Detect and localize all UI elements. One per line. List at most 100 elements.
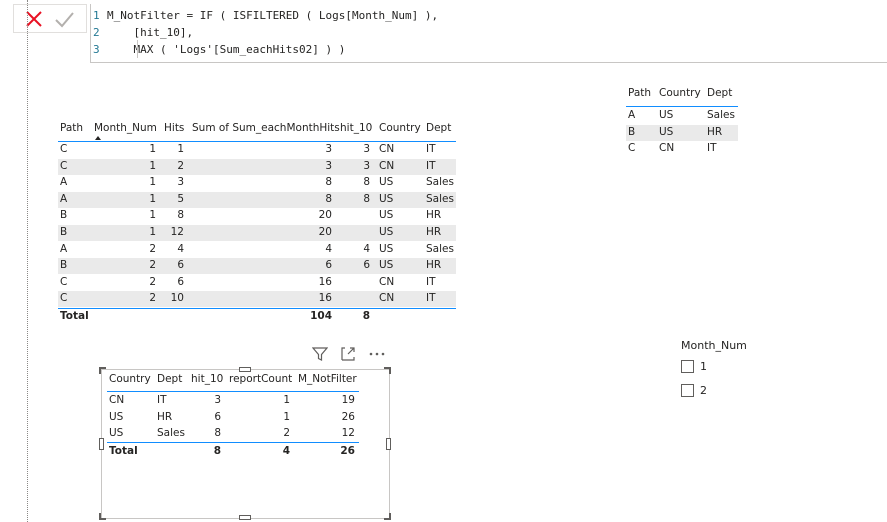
resize-handle-bottom[interactable] [239,515,251,520]
table-cell: Sales [426,242,454,255]
formula-line: 1 M_NotFilter = IF ( ISFILTERED ( Logs[Mo… [93,7,438,24]
formula-line: 3 MAX ( 'Logs'[Sum_eachHits02] ) ) [93,41,438,58]
table-row[interactable]: A 1 3 8 8 US Sales [58,175,456,191]
table-cell: IT [707,142,717,154]
table-cell: 1 [149,176,156,189]
table-row[interactable]: B 1 8 20 US HR [58,208,456,224]
col-header-dept[interactable]: Dept [157,373,182,385]
col-header-sum[interactable]: Sum of Sum_eachMonthHits [192,122,340,134]
table-cell: A [60,192,68,205]
table-row[interactable]: C CN IT [626,141,738,157]
resize-handle-bottom-right[interactable] [383,512,391,520]
table-row[interactable]: A 1 5 8 8 US Sales [58,191,456,208]
more-options-icon[interactable] [368,346,386,362]
resize-handle-bottom-left[interactable] [99,512,107,520]
slicer-checkbox-1[interactable] [681,360,694,373]
table-cell: US [379,226,394,238]
sort-ascending-icon [95,136,101,140]
col-header-m-notfilter[interactable]: M_NotFilter [298,373,357,385]
table-cell: 1 [283,410,290,423]
slicer-option-label[interactable]: 1 [700,360,707,373]
table-row[interactable]: B 1 12 20 US HR [58,225,456,241]
table-row[interactable]: B 2 6 6 6 US HR [58,258,456,275]
resize-handle-top-left[interactable] [99,367,107,375]
cancel-icon[interactable] [22,7,46,31]
table-cell: US [379,209,394,222]
table-cell: 1 [283,394,290,406]
table-cell: 20 [318,209,332,222]
formula-text: M_NotFilter = IF ( ISFILTERED ( Logs[Mon… [107,9,439,22]
table-cell: 1 [149,143,156,155]
col-header-country[interactable]: Country [379,122,421,134]
table-cell: 3 [177,176,184,189]
table-row[interactable]: C 1 2 3 3 CN IT [58,158,456,175]
table-row[interactable]: C 2 10 16 CN IT [58,291,456,308]
table-cell: Sales [426,176,454,189]
total-m-notfilter: 26 [340,445,355,457]
commit-check-icon[interactable] [52,7,76,31]
table-cell: 8 [363,192,370,205]
summary-table[interactable]: Country Dept hit_10 reportCount M_NotFil… [107,372,359,462]
slicer-option-label[interactable]: 2 [700,384,707,397]
col-header-reportcount[interactable]: reportCount [229,373,292,385]
table-cell: 1 [177,143,184,155]
table-row[interactable]: US HR 6 1 26 [107,410,359,426]
col-header-path[interactable]: Path [628,87,651,99]
table-cell: 6 [177,259,184,272]
table-cell: 3 [325,143,332,155]
resize-handle-left[interactable] [99,438,104,450]
header-underline [107,391,359,392]
table-cell: A [628,109,636,121]
table-cell: CN [379,159,395,172]
col-header-hit10[interactable]: hit_10 [340,122,372,134]
formula-editor[interactable]: 1 M_NotFilter = IF ( ISFILTERED ( Logs[Mo… [90,4,887,63]
focus-mode-icon[interactable] [340,346,356,362]
table-row[interactable]: A 2 4 4 4 US Sales [58,242,456,258]
resize-handle-top-right[interactable] [383,367,391,375]
table-cell: 16 [318,275,332,288]
table-row[interactable]: B US HR [626,124,738,141]
col-header-path[interactable]: Path [60,122,83,134]
table-cell: 4 [363,242,370,255]
col-header-month-num[interactable]: Month_Num [94,122,157,134]
table-cell: 12 [341,427,355,439]
table-cell: 8 [214,427,221,439]
table-cell: 12 [170,226,184,238]
path-table[interactable]: Path Country Dept A US Sales B US HR C CN IT [626,86,738,158]
table-row[interactable]: CN IT 3 1 19 [107,393,359,409]
table-cell: US [109,410,124,423]
line-number: 1 [93,9,100,22]
table-cell: 6 [363,259,370,272]
table-cell: 26 [341,410,355,423]
table-cell: 6 [214,410,221,423]
col-header-hit10[interactable]: hit_10 [191,373,223,385]
table-cell: US [379,242,394,255]
col-header-hits[interactable]: Hits [164,122,184,134]
table-cell: 5 [177,192,184,205]
filter-icon[interactable] [312,346,328,362]
table-cell: 10 [170,292,184,305]
table-cell: 4 [325,242,332,255]
col-header-dept[interactable]: Dept [707,87,732,99]
slicer-checkbox-2[interactable] [681,384,694,397]
resize-handle-right[interactable] [386,438,391,450]
table-cell: US [109,427,124,439]
main-table[interactable]: Path Month_Num Hits Sum of Sum_eachMonth… [58,120,456,330]
table-cell: HR [426,209,442,222]
table-cell: C [60,275,68,288]
col-header-country[interactable]: Country [109,373,151,385]
table-cell: 8 [325,176,332,189]
table-row[interactable]: US Sales 8 2 12 [107,426,359,442]
table-row[interactable]: A US Sales [626,108,738,124]
table-row[interactable]: C 2 6 16 CN IT [58,275,456,291]
table-cell: B [60,209,68,222]
table-cell: CN [109,394,125,406]
col-header-country[interactable]: Country [659,87,701,99]
table-row[interactable]: C 1 1 3 3 CN IT [58,142,456,158]
table-cell: 1 [149,192,156,205]
table-cell: 1 [149,159,156,172]
table-cell: 2 [283,427,290,439]
col-header-dept[interactable]: Dept [426,122,451,134]
table-cell: 6 [177,275,184,288]
slicer-title: Month_Num [681,339,747,352]
